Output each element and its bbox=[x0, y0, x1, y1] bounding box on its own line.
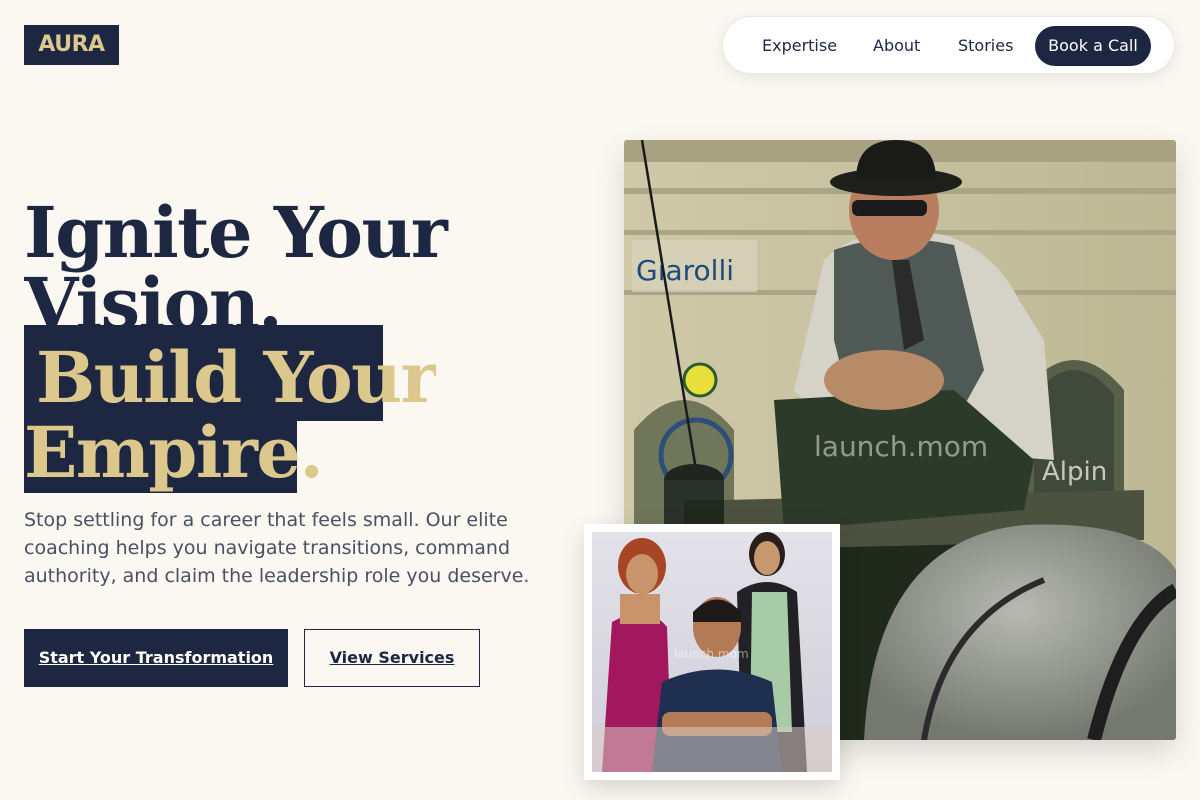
sign-alpin: Alpin bbox=[1042, 457, 1107, 487]
nav-link-expertise[interactable]: Expertise bbox=[762, 17, 837, 75]
sign-giarolli: Giarolli bbox=[636, 254, 734, 287]
hero-description: Stop settling for a career that feels sm… bbox=[24, 509, 530, 587]
brand-logo[interactable]: AURA bbox=[24, 25, 119, 65]
main-image-watermark: launch.mom bbox=[814, 430, 988, 463]
start-transformation-button[interactable]: Start Your Transformation bbox=[24, 629, 288, 687]
team-illustration: launch.mom bbox=[592, 532, 832, 772]
highlight-line-1: Build Your bbox=[36, 337, 436, 413]
top-navigation: Expertise About Stories Book a Call bbox=[722, 16, 1175, 74]
inset-image-watermark: launch.mom bbox=[674, 647, 749, 661]
headline-line-2: Vision. bbox=[24, 267, 282, 327]
book-call-button[interactable]: Book a Call bbox=[1035, 26, 1151, 66]
headline-line-1: Ignite Your bbox=[24, 191, 448, 274]
inset-image-team: launch.mom bbox=[584, 524, 840, 780]
nav-link-about[interactable]: About bbox=[873, 17, 920, 75]
nav-link-stories[interactable]: Stories bbox=[958, 17, 1013, 75]
highlight-line-2: Empire. bbox=[24, 411, 324, 494]
view-services-button[interactable]: View Services bbox=[304, 629, 480, 687]
